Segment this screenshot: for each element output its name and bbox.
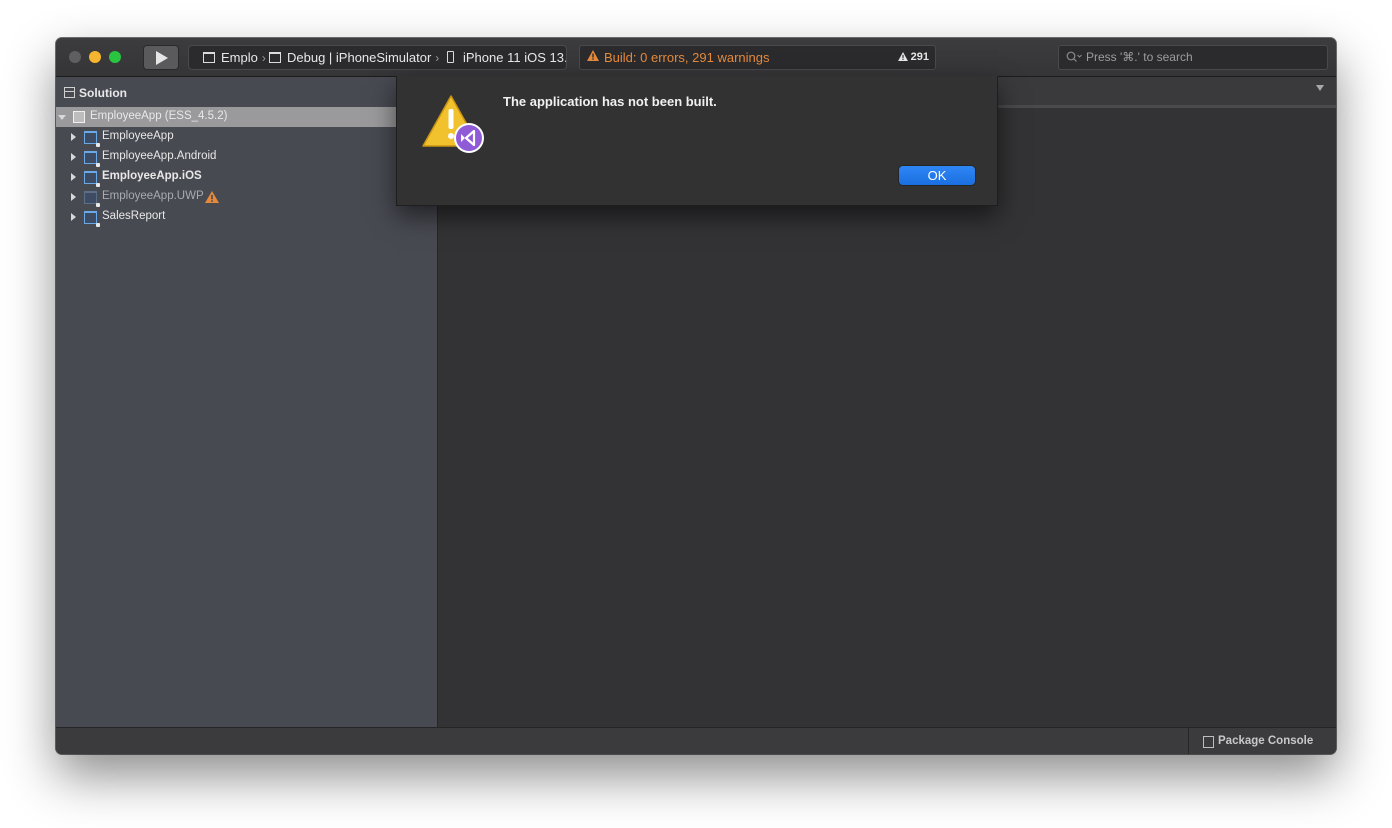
toolbar: Emplo › Debug | iPhoneSimulator › iPhone 1…	[56, 38, 1336, 77]
project-icon	[84, 191, 100, 207]
configuration-selector[interactable]: Debug | iPhoneSimulator ›	[269, 50, 439, 65]
warning-icon	[587, 50, 599, 61]
project-icon	[84, 171, 100, 187]
play-icon	[156, 51, 168, 65]
ok-button[interactable]: OK	[899, 166, 975, 185]
device-selector[interactable]: iPhone 11 iOS 13.6	[447, 50, 566, 65]
project-selector[interactable]: Emplo ›	[203, 50, 266, 65]
minimize-window-button[interactable]	[89, 51, 101, 63]
disclosure-collapsed-icon[interactable]	[71, 213, 76, 221]
run-button[interactable]	[143, 45, 179, 70]
window-icon	[203, 52, 215, 63]
maximize-window-button[interactable]	[109, 51, 121, 63]
solution-pad: Solution EmployeeApp (ESS_4.5.2) Employe…	[56, 77, 438, 727]
ide-window: Emplo › Debug | iPhoneSimulator › iPhone 1…	[56, 38, 1336, 754]
search-field[interactable]: Press '⌘.' to search	[1058, 45, 1328, 70]
tab-list-dropdown-icon[interactable]	[1316, 85, 1324, 91]
chevron-right-icon: ›	[261, 51, 266, 65]
project-icon	[84, 131, 100, 147]
tree-item-solution-root[interactable]: EmployeeApp (ESS_4.5.2)	[56, 107, 396, 127]
disclosure-collapsed-icon[interactable]	[71, 193, 76, 201]
solution-icon	[73, 111, 85, 123]
package-console-button[interactable]: Package Console	[1188, 728, 1336, 754]
phone-icon	[447, 51, 454, 63]
warning-icon	[897, 52, 908, 61]
build-status-text: Build: 0 errors, 291 warnings	[604, 50, 770, 65]
project-icon	[84, 211, 100, 227]
status-bar: Package Console	[56, 727, 1336, 754]
window-icon	[269, 52, 281, 63]
tree-item-employeeapp[interactable]: EmployeeApp	[56, 127, 437, 147]
tree-item-employeeapp-ios[interactable]: EmployeeApp.iOS	[56, 167, 437, 187]
disclosure-collapsed-icon[interactable]	[71, 133, 76, 141]
disclosure-collapsed-icon[interactable]	[71, 153, 76, 161]
search-icon	[1066, 51, 1082, 62]
warning-vs-icon	[422, 95, 484, 153]
project-icon	[84, 151, 100, 167]
alert-message: The application has not been built.	[503, 94, 717, 109]
tree-item-salesreport[interactable]: SalesReport	[56, 207, 437, 227]
disclosure-collapsed-icon[interactable]	[71, 173, 76, 181]
warning-count-badge[interactable]: 291	[897, 51, 929, 63]
close-window-button[interactable]	[69, 51, 81, 63]
alert-dialog: The application has not been built. OK	[396, 76, 998, 206]
solution-pad-header: Solution	[64, 86, 127, 100]
tree-item-employeeapp-uwp[interactable]: EmployeeApp.UWP	[56, 187, 437, 207]
warning-icon	[205, 191, 219, 203]
tree-item-employeeapp-android[interactable]: EmployeeApp.Android	[56, 147, 437, 167]
console-icon	[1203, 736, 1214, 748]
build-status-bar[interactable]: Build: 0 errors, 291 warnings 291	[579, 45, 936, 70]
chevron-right-icon: ›	[435, 51, 440, 65]
solution-pad-icon	[64, 87, 75, 98]
search-placeholder: Press '⌘.' to search	[1086, 50, 1193, 64]
run-configuration-selector: Emplo › Debug | iPhoneSimulator › iPhone 1…	[188, 45, 567, 70]
disclosure-expanded-icon[interactable]	[58, 115, 66, 120]
